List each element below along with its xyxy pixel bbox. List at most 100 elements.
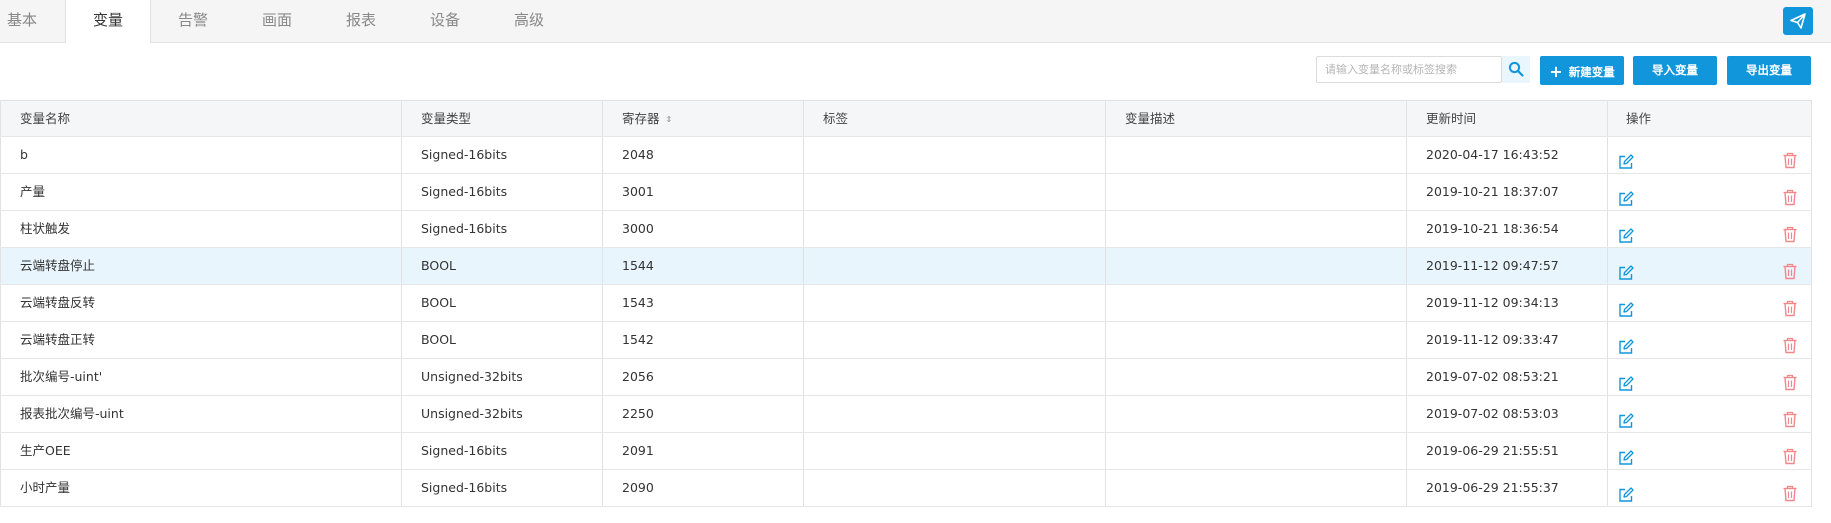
table-row[interactable]: 批次编号-uint' Unsigned-32bits 2056 2019-07-02 … [0, 359, 1812, 396]
cell-tag [804, 174, 1106, 210]
cell-name: 小时产量 [0, 470, 402, 506]
cell-updated: 2019-07-02 08:53:03 [1407, 396, 1608, 432]
edit-icon[interactable] [1618, 370, 1634, 395]
tab-variables[interactable]: 变量 [65, 0, 151, 43]
tab-reports[interactable]: 报表 [319, 0, 403, 42]
cell-register: 3001 [603, 174, 804, 210]
cell-name: 云端转盘停止 [0, 248, 402, 284]
delete-icon[interactable] [1782, 443, 1798, 469]
cell-name: 柱状触发 [0, 211, 402, 247]
table-row[interactable]: 小时产量 Signed-16bits 2090 2019-06-29 21:55:37 [0, 470, 1812, 507]
delete-icon[interactable] [1782, 406, 1798, 432]
cell-tag [804, 248, 1106, 284]
send-button[interactable] [1783, 7, 1813, 35]
delete-icon[interactable] [1782, 295, 1798, 321]
cell-actions [1608, 137, 1812, 173]
column-header-name: 变量名称 [0, 101, 402, 136]
edit-icon[interactable] [1618, 333, 1634, 358]
table-row[interactable]: 云端转盘正转 BOOL 1542 2019-11-12 09:33:47 [0, 322, 1812, 359]
table-row[interactable]: 云端转盘停止 BOOL 1544 2019-11-12 09:47:57 [0, 248, 1812, 285]
search-input[interactable] [1316, 56, 1502, 83]
cell-register: 2091 [603, 433, 804, 469]
cell-type: Signed-16bits [402, 433, 603, 469]
table-header: 变量名称 变量类型 寄存器 ⇕ 标签 变量描述 更新时间 操作 [0, 101, 1812, 137]
edit-icon[interactable] [1618, 444, 1634, 469]
cell-actions [1608, 433, 1812, 469]
cell-description [1106, 174, 1407, 210]
cell-name: 云端转盘反转 [0, 285, 402, 321]
delete-icon[interactable] [1782, 184, 1798, 210]
column-header-description: 变量描述 [1106, 101, 1407, 136]
delete-icon[interactable] [1782, 147, 1798, 173]
column-header-register[interactable]: 寄存器 ⇕ [603, 101, 804, 136]
new-variable-label: 新建变量 [1568, 65, 1615, 79]
cell-updated: 2019-10-21 18:36:54 [1407, 211, 1608, 247]
cell-name: 云端转盘正转 [0, 322, 402, 358]
cell-name: b [0, 137, 402, 173]
table-row[interactable]: 生产OEE Signed-16bits 2091 2019-06-29 21:55:5… [0, 433, 1812, 470]
table-row[interactable]: 产量 Signed-16bits 3001 2019-10-21 18:37:07 [0, 174, 1812, 211]
cell-actions [1608, 396, 1812, 432]
cell-description [1106, 396, 1407, 432]
cell-updated: 2019-10-21 18:37:07 [1407, 174, 1608, 210]
import-variable-label: 导入变量 [1652, 63, 1698, 77]
cell-tag [804, 433, 1106, 469]
cell-tag [804, 396, 1106, 432]
column-header-type: 变量类型 [402, 101, 603, 136]
cell-description [1106, 285, 1407, 321]
delete-icon[interactable] [1782, 258, 1798, 284]
send-icon [1790, 13, 1806, 29]
edit-icon[interactable] [1618, 148, 1634, 173]
cell-actions [1608, 211, 1812, 247]
new-variable-button[interactable]: + 新建变量 [1540, 56, 1624, 85]
edit-icon[interactable] [1618, 222, 1634, 247]
cell-type: BOOL [402, 248, 603, 284]
cell-actions [1608, 174, 1812, 210]
cell-updated: 2019-07-02 08:53:21 [1407, 359, 1608, 395]
cell-name: 产量 [0, 174, 402, 210]
cell-actions [1608, 322, 1812, 358]
delete-icon[interactable] [1782, 369, 1798, 395]
cell-tag [804, 211, 1106, 247]
search-button[interactable] [1502, 56, 1530, 83]
export-variable-button[interactable]: 导出变量 [1727, 56, 1811, 85]
cell-actions [1608, 285, 1812, 321]
variable-table: 变量名称 变量类型 寄存器 ⇕ 标签 变量描述 更新时间 操作 b Signed-1… [0, 100, 1812, 507]
cell-description [1106, 359, 1407, 395]
cell-tag [804, 322, 1106, 358]
cell-register: 3000 [603, 211, 804, 247]
tab-advanced[interactable]: 高级 [487, 0, 571, 42]
sort-icon[interactable]: ⇕ [666, 102, 673, 136]
cell-type: BOOL [402, 285, 603, 321]
cell-description [1106, 470, 1407, 506]
tab-devices[interactable]: 设备 [403, 0, 487, 42]
cell-register: 2250 [603, 396, 804, 432]
delete-icon[interactable] [1782, 332, 1798, 358]
cell-tag [804, 285, 1106, 321]
plus-icon: + [1549, 62, 1563, 81]
cell-type: BOOL [402, 322, 603, 358]
edit-icon[interactable] [1618, 185, 1634, 210]
edit-icon[interactable] [1618, 259, 1634, 284]
edit-icon[interactable] [1618, 407, 1634, 432]
tab-bar: 基本 变量 告警 画面 报表 设备 高级 [0, 0, 1831, 43]
cell-register: 1544 [603, 248, 804, 284]
table-row[interactable]: 报表批次编号-uint Unsigned-32bits 2250 2019-07-02… [0, 396, 1812, 433]
delete-icon[interactable] [1782, 480, 1798, 506]
table-row[interactable]: b Signed-16bits 2048 2020-04-17 16:43:52 [0, 137, 1812, 174]
import-variable-button[interactable]: 导入变量 [1633, 56, 1717, 85]
cell-name: 生产OEE [0, 433, 402, 469]
tab-alarms[interactable]: 告警 [151, 0, 235, 42]
edit-icon[interactable] [1618, 481, 1634, 506]
table-row[interactable]: 云端转盘反转 BOOL 1543 2019-11-12 09:34:13 [0, 285, 1812, 322]
tab-screens[interactable]: 画面 [235, 0, 319, 42]
cell-type: Unsigned-32bits [402, 396, 603, 432]
column-header-tag: 标签 [804, 101, 1106, 136]
cell-updated: 2019-11-12 09:33:47 [1407, 322, 1608, 358]
tab-basic[interactable]: 基本 [0, 0, 44, 42]
cell-register: 2056 [603, 359, 804, 395]
table-row[interactable]: 柱状触发 Signed-16bits 3000 2019-10-21 18:36:54 [0, 211, 1812, 248]
cell-actions [1608, 470, 1812, 506]
delete-icon[interactable] [1782, 221, 1798, 247]
edit-icon[interactable] [1618, 296, 1634, 321]
